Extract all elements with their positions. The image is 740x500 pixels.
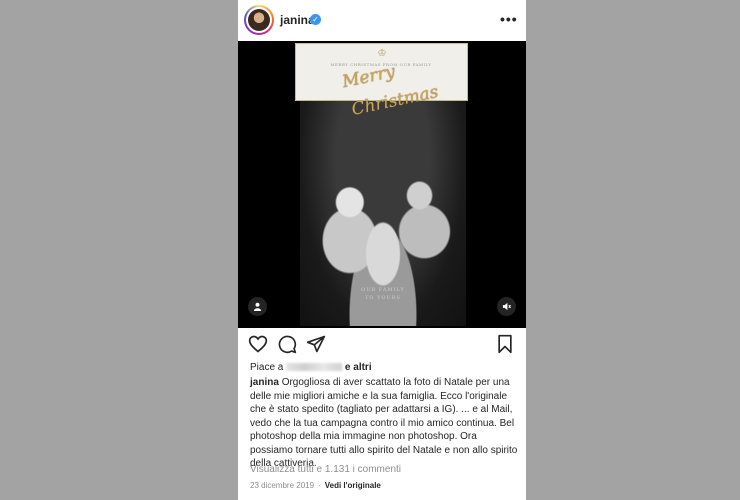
more-options-icon[interactable]: ••• [500,11,518,27]
avatar[interactable] [244,5,274,35]
caption-author[interactable]: janina [250,377,279,388]
avatar-face [248,9,270,31]
avatar-photo [246,7,272,33]
post-date: 23 dicembre 2019 [250,481,315,490]
caption-text: Orgogliosa di aver scattato la foto di N… [250,377,518,469]
comment-icon[interactable] [277,334,297,354]
mute-button[interactable] [497,297,516,316]
card-footer-line2: TO YOURS [365,295,401,301]
instagram-post: janina ✓ ••• ♔ MERRY CHRISTMAS FROM OUR … [238,0,526,500]
action-bar [238,328,526,360]
share-icon[interactable] [306,334,326,354]
post-caption: janina Orgogliosa di aver scattato la fo… [250,376,520,471]
heart-icon[interactable] [248,334,268,354]
post-date-line: 23 dicembre 2019 · Vedi l'originale [250,481,381,490]
separator: · [318,481,321,490]
bookmark-icon[interactable] [495,334,515,354]
post-image[interactable]: ♔ MERRY CHRISTMAS FROM OUR FAMILY Merry … [238,41,526,328]
speaker-icon [502,302,511,311]
view-comments-link[interactable]: Visualizza tutti e 1.131 i commenti [250,464,401,475]
likes-suffix: e altri [344,362,372,373]
card-footer-line1: OUR FAMILY [361,287,405,293]
blurred-username [286,363,343,372]
likes-prefix: Piace a [250,362,284,373]
crest-icon: ♔ [377,48,387,59]
tagged-people-button[interactable] [248,297,267,316]
likes-line[interactable]: Piace a e altri [250,362,372,373]
see-original-link[interactable]: Vedi l'originale [325,481,381,490]
verified-badge-icon: ✓ [310,14,321,25]
card-footer: OUR FAMILY TO YOURS [348,286,418,302]
person-icon [253,302,262,311]
post-header: janina ✓ ••• [238,0,526,41]
